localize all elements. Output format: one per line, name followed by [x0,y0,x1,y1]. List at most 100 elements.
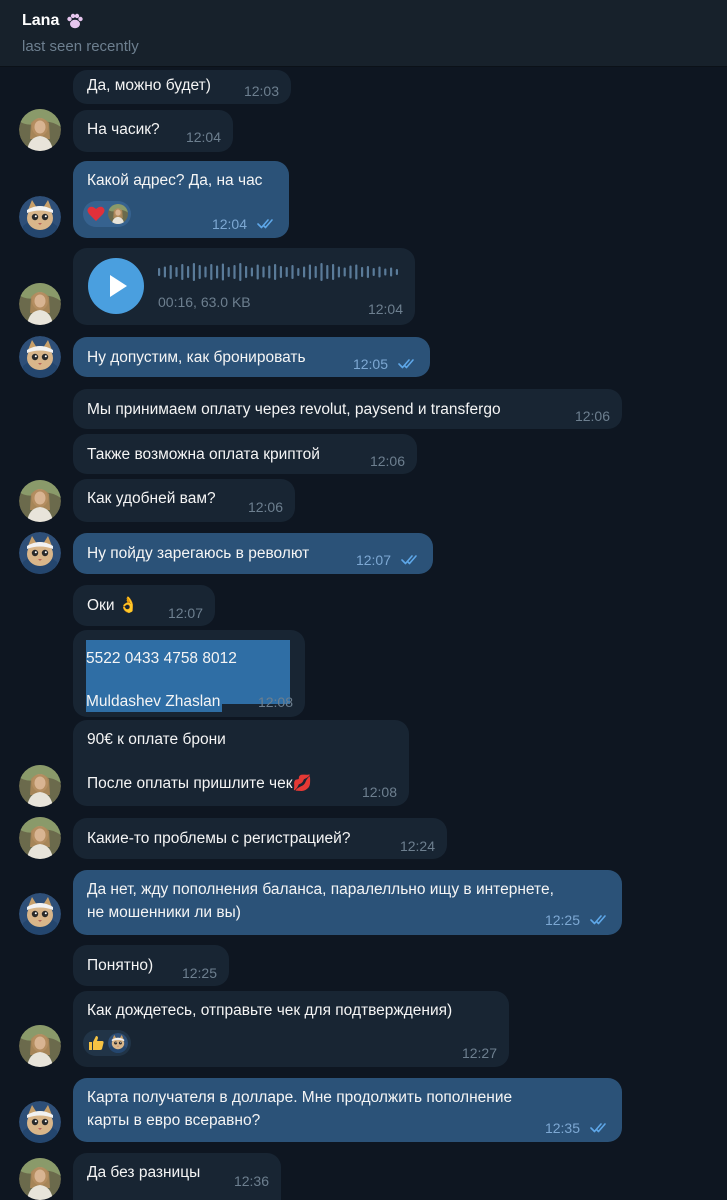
waveform-bar [192,263,195,281]
heart-emoji-icon [87,206,105,221]
waveform-bar [332,264,335,280]
message-incoming[interactable]: 90€ к оплате брони После оплаты пришлите… [73,720,409,806]
voice-message[interactable]: 00:16, 63.0 KB 12:04 [73,248,415,325]
waveform-bar [378,266,381,278]
reactor-avatar [108,204,128,224]
waveform-bar [366,266,369,278]
message-outgoing[interactable]: Какой адрес? Да, на час 12:04 [73,161,289,238]
avatar-lana[interactable] [19,817,61,859]
waveform-bar [262,266,265,278]
message-line: После оплаты пришлите чек💋 [87,775,312,792]
waveform-bar [163,266,166,278]
waveform-bar [390,267,393,277]
message-incoming[interactable]: Мы принимаем оплату через revolut, payse… [73,389,622,429]
avatar-lana[interactable] [19,283,61,325]
waveform-bar [239,263,242,281]
message-line: 90€ к оплате брони [87,731,226,748]
avatar-lana[interactable] [19,109,61,151]
chat-title: Lana [22,11,85,31]
message-line: не мошенники ли вы) [87,904,241,921]
read-checkmarks-icon [401,555,417,565]
message-text: Ну допустим, как бронировать [87,349,306,366]
reaction-badge[interactable] [83,201,131,227]
message-incoming[interactable]: На часик? 12:04 [73,110,233,152]
waveform-bar [181,264,184,280]
message-outgoing[interactable]: Карта получателя в долларе. Мне продолжи… [73,1078,622,1142]
play-icon [110,275,127,297]
message-time: 12:03 [243,83,279,99]
read-checkmarks-icon [590,915,606,925]
message-incoming[interactable]: Также возможна оплата криптой 12:06 [73,434,417,474]
waveform-bar [308,264,311,280]
message-text: Понятно) [87,957,154,974]
waveform-bar [372,268,375,276]
message-line: Карта получателя в долларе. Мне продолжи… [87,1089,513,1106]
card-holder: Muldashev Zhaslan [86,692,223,712]
message-time: 12:35 [544,1120,580,1136]
waveform-bar [361,267,364,277]
message-outgoing[interactable]: Да нет, жду пополнения баланса, паралелл… [73,870,622,935]
message-incoming[interactable]: 5522 0433 4758 8012 Muldashev Zhaslan 12… [73,630,305,717]
waveform-bar [343,267,346,277]
avatar-lana[interactable] [19,1158,61,1200]
waveform-bar [303,266,306,278]
paw-emoji-icon [67,13,84,29]
thumbs-up-emoji-icon [89,1036,104,1050]
message-time: 12:27 [461,1045,497,1061]
waveform-bar [355,264,358,280]
message-outgoing[interactable]: Ну пойду зарегаюсь в револют 12:07 [73,533,433,574]
message-time: 12:36 [233,1173,269,1189]
message-incoming[interactable]: Оки 👌 12:07 [73,585,215,626]
waveform-bar [216,265,219,279]
card-number: 5522 0433 4758 8012 [86,650,237,667]
waveform-bar [291,265,294,279]
message-time: 12:25 [544,912,580,928]
waveform-bar [314,266,317,278]
read-checkmarks-icon [257,219,273,229]
message-incoming[interactable]: Какие-то проблемы с регистрацией? 12:24 [73,818,447,859]
message-incoming[interactable]: Как дождетесь, отправьте чек для подтвер… [73,991,509,1067]
avatar-self[interactable] [19,532,61,574]
waveform-bar [349,265,352,279]
waveform-bar [169,265,172,279]
avatar-lana[interactable] [19,480,61,522]
message-text: Оки 👌 [87,597,139,614]
message-incoming[interactable]: Да, можно будет) 12:03 [73,70,291,104]
message-incoming[interactable]: Да без разницы 12:36 [73,1153,281,1200]
waveform-bar [395,269,398,275]
avatar-self[interactable] [19,893,61,935]
message-text: Да без разницы [87,1164,201,1181]
waveform-bar [256,264,259,280]
waveform-bar [198,265,201,279]
message-text: Да, можно будет) [87,77,211,94]
message-time: 12:05 [352,356,388,372]
avatar-self[interactable] [19,1101,61,1143]
message-time: 12:06 [247,499,283,515]
message-outgoing[interactable]: Ну допустим, как бронировать 12:05 [73,337,430,377]
avatar-self[interactable] [19,196,61,238]
reactor-avatar [108,1033,128,1053]
waveform-bar [175,267,178,277]
waveform-bar [187,266,190,278]
waveform-bar [233,265,236,279]
waveform-bar [245,266,248,278]
waveform [158,263,398,281]
waveform-bar [204,266,207,278]
message-text: Также возможна оплата криптой [87,446,320,463]
contact-status: last seen recently [22,38,139,55]
message-time: 12:07 [355,552,391,568]
reaction-badge[interactable] [83,1030,131,1056]
chat-header[interactable]: Lana last seen recently [0,0,727,67]
message-incoming[interactable]: Понятно) 12:25 [73,945,229,986]
avatar-self[interactable] [19,336,61,378]
avatar-lana[interactable] [19,1025,61,1067]
waveform-bar [326,265,329,279]
message-time: 12:25 [181,965,217,981]
message-incoming[interactable]: Как удобней вам? 12:06 [73,479,295,522]
avatar-lana[interactable] [19,765,61,807]
waveform-bar [158,268,161,276]
message-time: 12:07 [167,605,203,621]
read-checkmarks-icon [398,359,414,369]
play-button[interactable] [88,258,144,314]
waveform-bar [250,267,253,277]
